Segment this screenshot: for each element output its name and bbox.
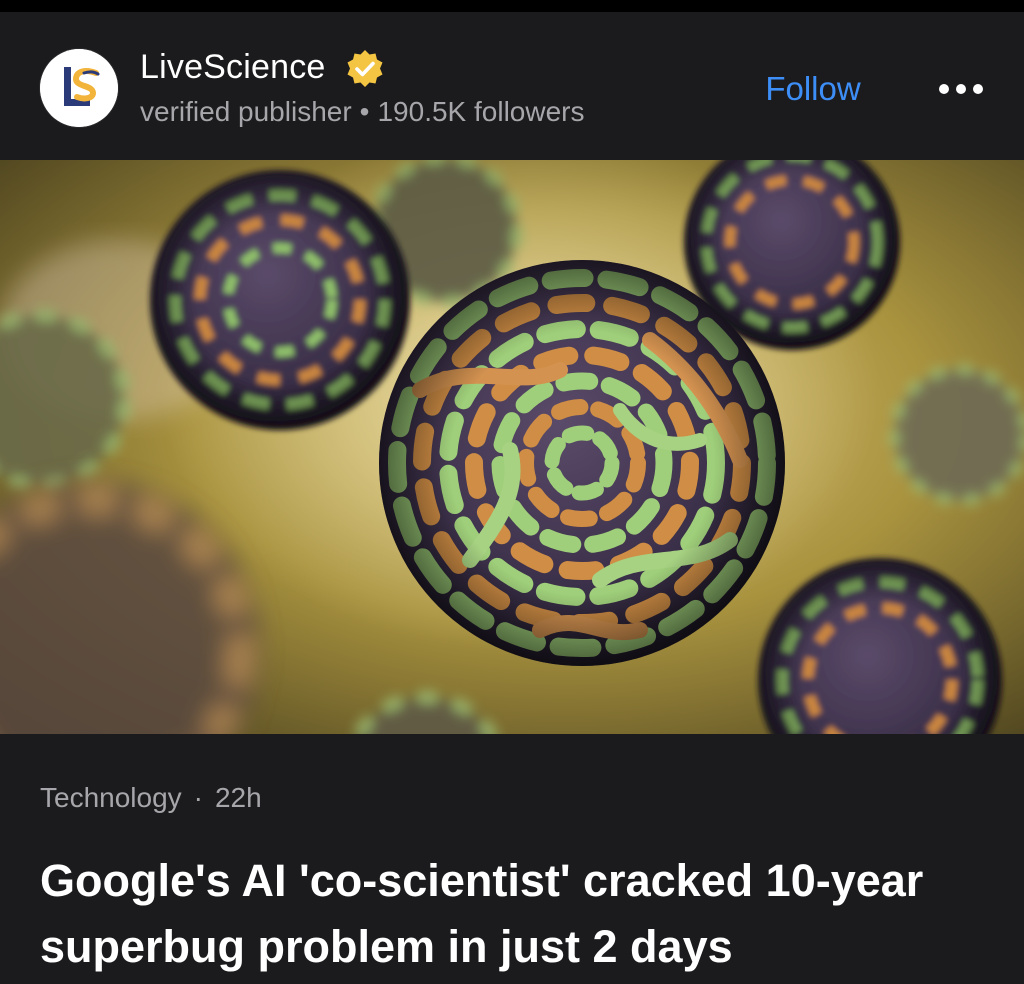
follow-button[interactable]: Follow <box>748 64 878 112</box>
article-age: 22h <box>214 782 262 813</box>
virus-particles-illustration <box>0 160 1024 734</box>
meta-dot: · <box>193 782 203 813</box>
status-bar-strip <box>0 0 1024 12</box>
article-meta: Technology · 22h <box>40 782 262 814</box>
livescience-logo-icon <box>40 49 118 127</box>
publisher-avatar[interactable] <box>40 49 118 127</box>
more-options-button[interactable] <box>920 66 990 110</box>
publisher-meta: verified publisher • 190.5K followers <box>140 96 585 128</box>
article-headline[interactable]: Google's AI 'co-scientist' cracked 10-ye… <box>40 848 990 980</box>
meta-separator-dot: • <box>359 96 370 127</box>
post-header: LiveScience verified publisher • 190.5K fo… <box>0 12 1024 162</box>
verified-badge-icon <box>344 48 386 90</box>
publisher-subtitle: verified publisher <box>140 96 352 127</box>
publisher-name[interactable]: LiveScience <box>140 48 326 87</box>
news-post-card[interactable]: LiveScience verified publisher • 190.5K fo… <box>0 12 1024 984</box>
more-horizontal-icon <box>939 84 983 94</box>
article-hero-image[interactable] <box>0 160 1024 734</box>
follower-count: 190.5K followers <box>377 96 585 127</box>
article-category[interactable]: Technology <box>40 782 182 813</box>
